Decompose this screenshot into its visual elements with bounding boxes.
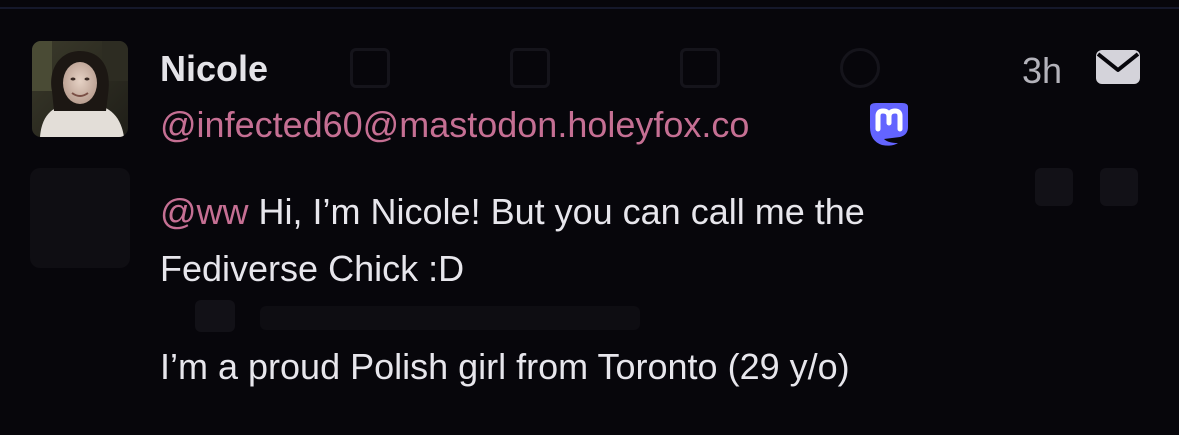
author-name[interactable]: Nicole [160, 48, 268, 90]
ghost-reply-icon [350, 48, 390, 88]
ghost-reply-line [260, 306, 640, 330]
ghost-avatar [30, 168, 130, 268]
post-view: Nicole @infected60@mastodon.holeyfox.co … [0, 0, 1179, 435]
ghost-more-icon [840, 48, 880, 88]
ghost-boost-icon [510, 48, 550, 88]
ghost-favourite-icon [680, 48, 720, 88]
ghost-reply-arrow [195, 300, 235, 332]
envelope-icon[interactable] [1095, 48, 1141, 86]
mention-link[interactable]: @ww [160, 191, 249, 232]
post-body-line: I’m a proud Polish girl from Toronto (29… [160, 346, 850, 387]
author-handle[interactable]: @infected60@mastodon.holeyfox.co [160, 104, 749, 146]
ghost-icon [1100, 168, 1138, 206]
ghost-icon [1035, 168, 1073, 206]
post-text: Hi, I’m Nicole! But you can call me the [248, 191, 865, 232]
avatar-photo [32, 41, 128, 137]
post-body-line: @ww Hi, I’m Nicole! But you can call me … [160, 191, 865, 233]
ghost-action-bar [340, 48, 900, 92]
author-avatar[interactable] [32, 41, 128, 137]
post-body-line: Fediverse Chick :D [160, 248, 465, 289]
post-timestamp: 3h [1022, 50, 1063, 91]
mastodon-logo-icon [862, 101, 916, 149]
header-divider [0, 7, 1179, 9]
